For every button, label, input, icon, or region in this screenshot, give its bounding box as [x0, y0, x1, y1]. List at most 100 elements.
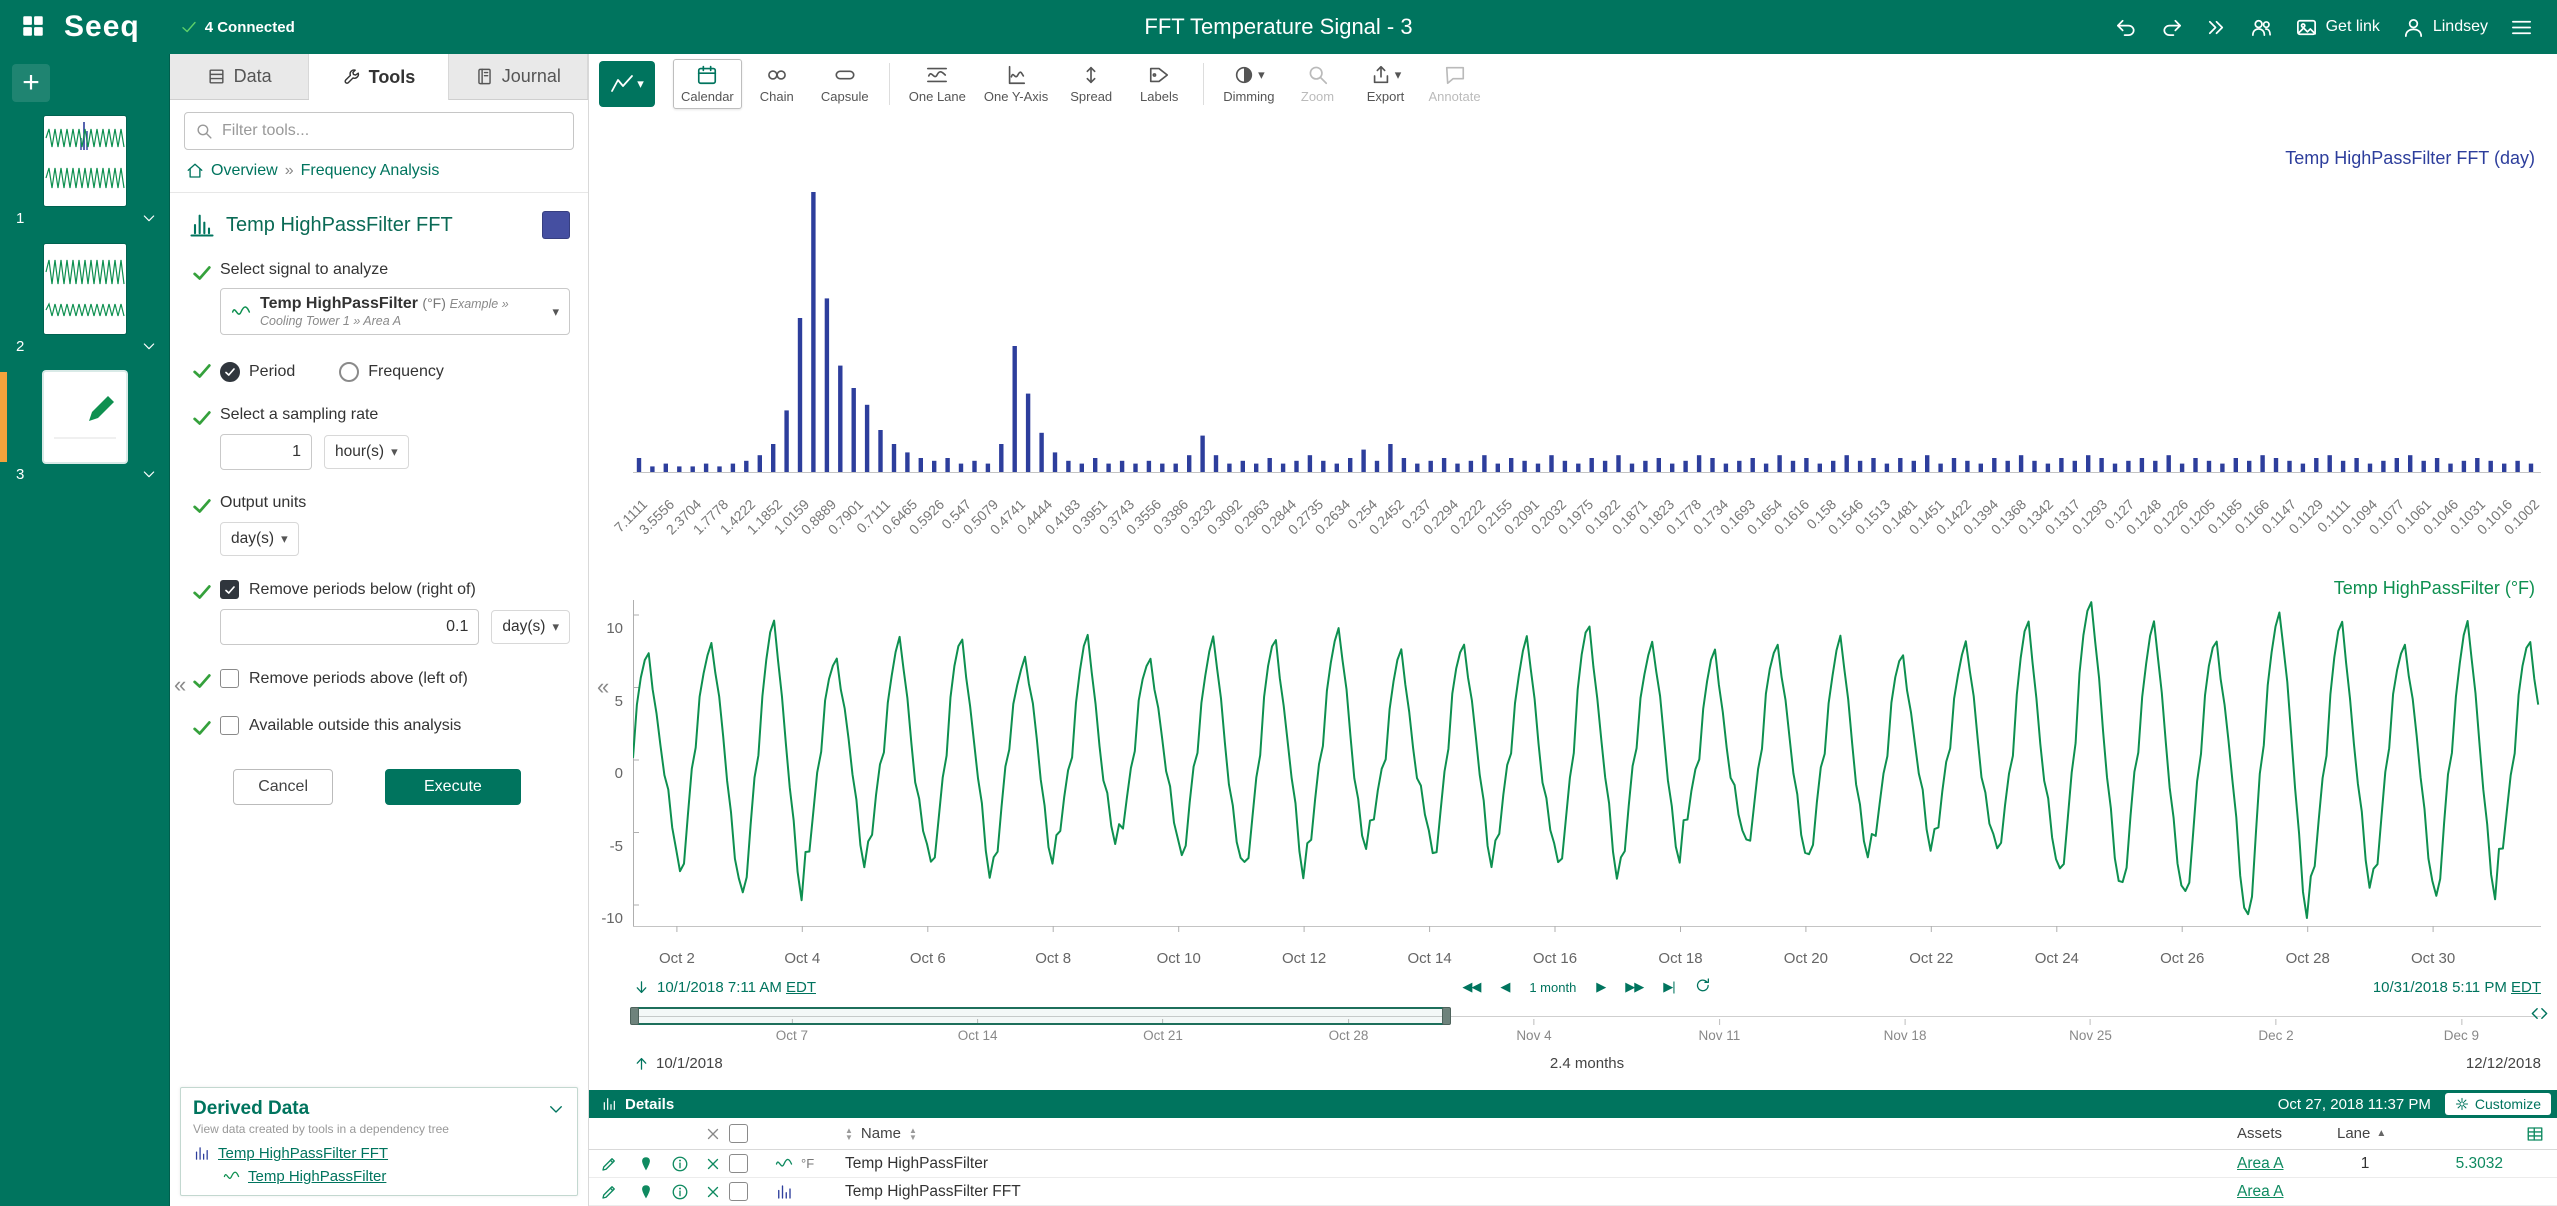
- sampling-rate-input[interactable]: [220, 434, 312, 470]
- derived-item-link[interactable]: Temp HighPassFilter FFT: [218, 1145, 388, 1162]
- toolbar-chain-button[interactable]: Chain: [744, 59, 810, 109]
- step-back-half-button[interactable]: ◀: [1498, 977, 1511, 997]
- assets-column-header[interactable]: Assets: [2237, 1125, 2337, 1142]
- remove-item-button[interactable]: [697, 1155, 729, 1173]
- toolbar-export-button[interactable]: Export: [1353, 59, 1419, 109]
- remove-below-unit-select[interactable]: day(s): [491, 610, 570, 644]
- toolbar-spread-button[interactable]: Spread: [1058, 59, 1124, 109]
- user-menu-button[interactable]: Lindsey: [2394, 10, 2496, 45]
- worksheet-preview[interactable]: [44, 116, 126, 206]
- derived-item-link[interactable]: Temp HighPassFilter: [248, 1168, 386, 1185]
- toolbar-one-lane-button[interactable]: One Lane: [901, 59, 974, 109]
- cancel-button[interactable]: Cancel: [233, 769, 333, 805]
- expand-range-button[interactable]: [2530, 1004, 2549, 1026]
- worksheet-thumbnail-2[interactable]: 2: [0, 244, 169, 358]
- chevron-down-icon[interactable]: [547, 1100, 565, 1118]
- remove-item-button[interactable]: [697, 1183, 729, 1201]
- app-switcher-button[interactable]: [16, 9, 50, 46]
- step-forward-half-button[interactable]: ▶: [1594, 977, 1607, 997]
- range-left-drag-handle[interactable]: [630, 1007, 639, 1025]
- forward-history-button[interactable]: [2197, 10, 2236, 45]
- available-outside-checkbox[interactable]: Available outside this analysis: [220, 716, 570, 735]
- worksheet-menu-button[interactable]: [141, 338, 157, 354]
- item-asset-link[interactable]: Area A: [2237, 1155, 2337, 1173]
- derived-data-header[interactable]: Derived Data: [193, 1098, 565, 1120]
- step-to-end-button[interactable]: ▶|: [1661, 977, 1676, 997]
- name-column-header[interactable]: Name: [861, 1125, 901, 1142]
- details-title-group[interactable]: Details: [601, 1096, 674, 1113]
- select-all-checkbox[interactable]: [729, 1124, 748, 1143]
- main-menu-button[interactable]: [2502, 10, 2541, 45]
- frequency-radio[interactable]: Frequency: [339, 362, 444, 382]
- home-icon[interactable]: [186, 162, 204, 180]
- redo-button[interactable]: [2152, 10, 2191, 45]
- tab-tools[interactable]: Tools: [309, 54, 448, 100]
- step-forward-full-button[interactable]: ▶▶: [1623, 977, 1645, 997]
- remove-all-button[interactable]: [697, 1125, 729, 1143]
- worksheet-preview[interactable]: [44, 372, 126, 462]
- investigate-range-scrubber[interactable]: Oct 7Oct 14Oct 21Oct 28Nov 4Nov 11Nov 18…: [633, 1004, 2541, 1050]
- display-range-end[interactable]: 10/31/2018 5:11 PM EDT: [2373, 979, 2541, 996]
- pin-item-button[interactable]: [629, 1155, 663, 1173]
- worksheet-menu-button[interactable]: [141, 466, 157, 482]
- breadcrumb-overview-link[interactable]: Overview: [211, 162, 278, 180]
- lane-column-header[interactable]: Lane: [2337, 1125, 2370, 1142]
- toolbar-calendar-button[interactable]: Calendar: [673, 59, 742, 109]
- display-mode-trend-button[interactable]: [599, 61, 655, 107]
- range-right-drag-handle[interactable]: [1442, 1007, 1451, 1025]
- derived-data-item[interactable]: Temp HighPassFilter: [223, 1168, 565, 1185]
- pin-item-button[interactable]: [629, 1183, 663, 1201]
- add-worksheet-button[interactable]: +: [12, 64, 50, 102]
- item-asset-link[interactable]: Area A: [2237, 1183, 2337, 1201]
- item-name[interactable]: Temp HighPassFilter: [845, 1155, 2237, 1173]
- collapse-tool-panel-handle[interactable]: [597, 674, 609, 700]
- item-info-button[interactable]: [663, 1183, 697, 1201]
- collaborators-button[interactable]: [2242, 10, 2281, 45]
- toolbar-dimming-button[interactable]: Dimming: [1215, 59, 1282, 109]
- derived-data-item[interactable]: Temp HighPassFilter FFT: [193, 1145, 565, 1162]
- edit-item-button[interactable]: [589, 1183, 629, 1201]
- worksheet-thumbnail-3[interactable]: 3: [0, 372, 169, 486]
- series-color-swatch[interactable]: [542, 211, 570, 239]
- step-size-button[interactable]: 1 month: [1527, 978, 1578, 997]
- worksheet-thumbnail-1[interactable]: 1: [0, 116, 169, 230]
- customize-button[interactable]: Customize: [2445, 1093, 2551, 1115]
- tab-data[interactable]: Data: [170, 54, 309, 99]
- period-radio[interactable]: Period: [220, 362, 295, 382]
- undo-button[interactable]: [2107, 10, 2146, 45]
- remove-below-checkbox[interactable]: Remove periods below (right of): [220, 580, 570, 599]
- investigate-start[interactable]: 10/1/2018: [633, 1055, 723, 1072]
- worksheet-menu-button[interactable]: [141, 210, 157, 226]
- display-range-start[interactable]: 10/1/2018 7:11 AM EDT: [633, 979, 816, 996]
- toolbar-labels-button[interactable]: Labels: [1126, 59, 1192, 109]
- remove-below-input[interactable]: [220, 609, 479, 645]
- table-view-button[interactable]: [2513, 1125, 2557, 1143]
- item-info-button[interactable]: [663, 1155, 697, 1173]
- trend-plot-area[interactable]: [633, 574, 2541, 946]
- item-name[interactable]: Temp HighPassFilter FFT: [845, 1183, 2237, 1201]
- edit-item-button[interactable]: [589, 1155, 629, 1173]
- toolbar-capsule-button[interactable]: Capsule: [812, 59, 878, 109]
- sampling-unit-select[interactable]: hour(s): [324, 435, 409, 469]
- select-item-checkbox[interactable]: [729, 1182, 748, 1201]
- collapse-worksheet-strip-handle[interactable]: [174, 674, 186, 696]
- connection-status[interactable]: 4 Connected: [180, 18, 295, 36]
- refresh-range-button[interactable]: [1693, 975, 1714, 999]
- output-unit-select[interactable]: day(s): [220, 522, 299, 556]
- execute-button[interactable]: Execute: [385, 769, 521, 805]
- selected-range-region[interactable]: [633, 1007, 1448, 1025]
- tab-journal[interactable]: Journal: [449, 54, 588, 99]
- display-range-end-tz[interactable]: EDT: [2511, 979, 2541, 996]
- toolbar-one-y-axis-button[interactable]: One Y-Axis: [976, 59, 1056, 109]
- worksheet-preview[interactable]: [44, 244, 126, 334]
- signal-select[interactable]: Temp HighPassFilter (°F) Example » Cooli…: [220, 288, 570, 335]
- select-item-checkbox[interactable]: [729, 1154, 748, 1173]
- fft-plot-area[interactable]: [633, 122, 2541, 482]
- display-range-start-tz[interactable]: EDT: [786, 979, 816, 996]
- sort-icon[interactable]: [909, 1127, 917, 1141]
- filter-tools-input[interactable]: [222, 122, 563, 140]
- get-link-button[interactable]: Get link: [2287, 10, 2388, 45]
- sort-icon[interactable]: [845, 1127, 853, 1141]
- remove-above-checkbox[interactable]: Remove periods above (left of): [220, 669, 570, 688]
- step-back-full-button[interactable]: ◀◀: [1460, 977, 1482, 997]
